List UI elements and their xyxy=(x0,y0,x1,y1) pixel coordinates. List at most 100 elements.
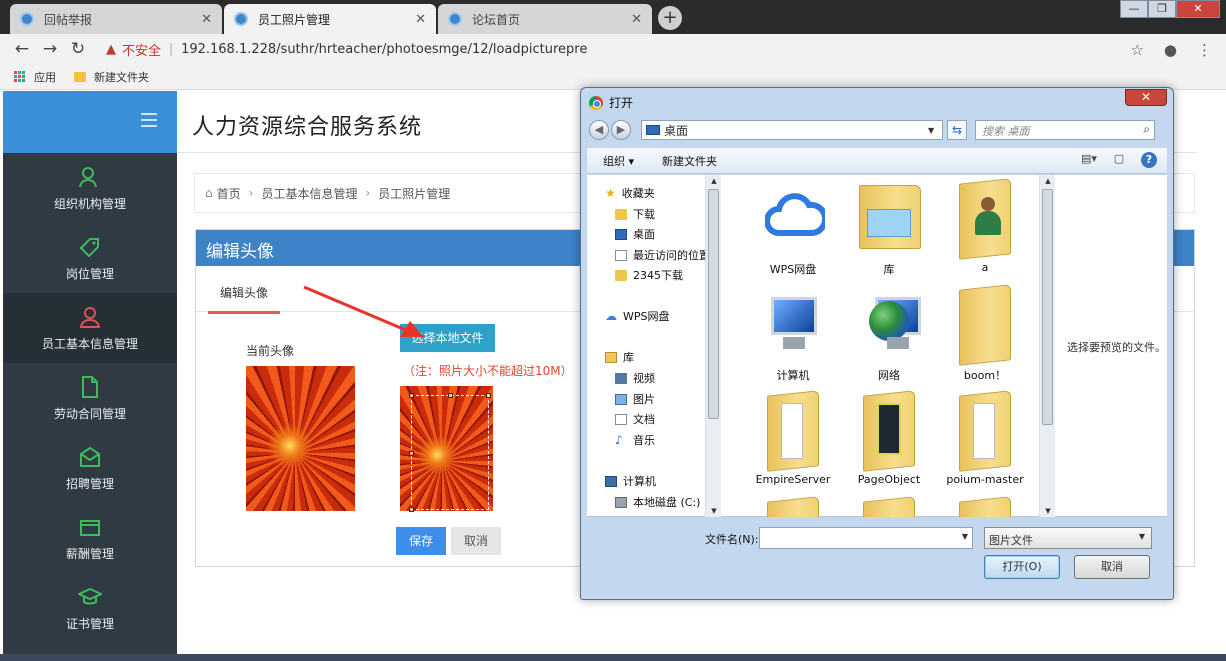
desktop-icon xyxy=(646,125,660,135)
location-path[interactable]: 桌面 ▼ xyxy=(641,120,943,140)
scroll-down-icon[interactable]: ▼ xyxy=(706,507,722,515)
close-tab-icon[interactable]: ✕ xyxy=(415,12,426,27)
chrome-logo-icon xyxy=(589,95,603,110)
security-label[interactable]: 不安全 xyxy=(122,40,161,59)
file-item[interactable] xyxy=(841,493,937,517)
tree-favorites[interactable]: ★ 收藏夹 xyxy=(605,185,655,201)
browser-tab-photo[interactable]: 员工照片管理 ✕ xyxy=(224,4,436,34)
back-arrow-icon[interactable]: ◀ xyxy=(589,120,609,140)
new-tab-button[interactable]: + xyxy=(658,6,682,30)
maximize-button[interactable]: ❐ xyxy=(1148,0,1176,18)
sidebar-item-org[interactable]: 组织机构管理 xyxy=(3,153,177,223)
crop-handle[interactable] xyxy=(409,393,414,398)
scroll-up-icon[interactable]: ▲ xyxy=(706,177,722,185)
crop-handle[interactable] xyxy=(448,393,453,398)
crop-handle[interactable] xyxy=(409,507,414,512)
file-item[interactable]: 计算机 xyxy=(745,281,841,383)
file-item[interactable] xyxy=(745,493,841,517)
breadcrumb-home[interactable]: 首页 xyxy=(217,185,241,202)
open-button[interactable]: 打开(O) xyxy=(984,555,1060,579)
crop-handle[interactable] xyxy=(409,451,414,456)
computer-icon xyxy=(745,281,841,367)
close-tab-icon[interactable]: ✕ xyxy=(631,12,642,27)
sidebar-item-positions[interactable]: 岗位管理 xyxy=(3,223,177,293)
organize-menu[interactable]: 组织 ▾ xyxy=(603,153,634,169)
back-arrow-icon[interactable]: ← xyxy=(8,39,36,59)
tree-music[interactable]: ♪ 音乐 xyxy=(615,432,655,448)
tree-pictures[interactable]: 图片 xyxy=(615,391,655,407)
minimize-button[interactable]: — xyxy=(1120,0,1148,18)
filename-input[interactable]: ▼ xyxy=(759,527,973,549)
tab-edit-avatar[interactable]: 编辑头像 xyxy=(208,284,281,314)
file-item[interactable] xyxy=(937,493,1033,517)
file-item[interactable]: poium-master xyxy=(937,387,1033,486)
hamburger-menu-icon[interactable] xyxy=(141,113,157,131)
apps-grid-icon[interactable] xyxy=(14,70,26,83)
view-options-icon[interactable]: ▤▾ xyxy=(1081,152,1097,168)
profile-icon[interactable]: ● xyxy=(1164,41,1177,59)
browser-tab-forum[interactable]: 论坛首页 ✕ xyxy=(438,4,652,34)
search-icon[interactable]: ⌕ xyxy=(1143,122,1150,137)
sidebar-item-employee-info[interactable]: 员工基本信息管理 xyxy=(3,293,177,363)
crop-handle[interactable] xyxy=(486,393,491,398)
bookmark-new-folder[interactable]: 新建文件夹 xyxy=(94,69,149,85)
tree-videos[interactable]: 视频 xyxy=(615,370,655,386)
chevron-down-icon[interactable]: ▼ xyxy=(962,532,968,541)
help-icon[interactable]: ? xyxy=(1141,152,1157,168)
sidebar-item-certs[interactable]: 证书管理 xyxy=(3,573,177,643)
sidebar-item-recruit[interactable]: 招聘管理 xyxy=(3,433,177,503)
new-folder-button[interactable]: 新建文件夹 xyxy=(662,153,717,169)
dialog-close-button[interactable]: ✕ xyxy=(1125,89,1167,106)
file-item[interactable]: 库 xyxy=(841,175,937,277)
tree-desktop[interactable]: 桌面 xyxy=(615,226,655,242)
tree-computer[interactable]: 计算机 xyxy=(605,473,656,489)
current-avatar-image xyxy=(246,366,355,511)
forward-arrow-icon[interactable]: ▶ xyxy=(611,120,631,140)
menu-dots-icon[interactable]: ⋮ xyxy=(1197,41,1212,59)
preview-pane-icon[interactable]: ▢ xyxy=(1111,152,1127,168)
dialog-cancel-button[interactable]: 取消 xyxy=(1074,555,1150,579)
reload-icon[interactable]: ↻ xyxy=(64,39,92,59)
os-taskbar xyxy=(0,654,1226,661)
cancel-button[interactable]: 取消 xyxy=(451,527,501,555)
tree-scrollbar[interactable]: ▲ ▼ xyxy=(705,175,721,517)
file-list-scrollbar[interactable]: ▲ ▼ xyxy=(1039,175,1055,517)
scroll-thumb[interactable] xyxy=(1042,189,1053,425)
forward-arrow-icon[interactable]: → xyxy=(36,39,64,59)
warning-triangle-icon[interactable]: ▲ xyxy=(106,42,116,57)
file-item[interactable]: PageObject xyxy=(841,387,937,486)
window-close-button[interactable]: ✕ xyxy=(1176,0,1220,18)
tree-documents[interactable]: 文档 xyxy=(615,411,655,427)
graduation-cap-icon xyxy=(3,585,177,611)
chevron-down-icon[interactable]: ▼ xyxy=(928,126,942,135)
refresh-icon[interactable]: ⇆ xyxy=(947,120,967,140)
bookmark-apps[interactable]: 应用 xyxy=(34,69,56,85)
scroll-thumb[interactable] xyxy=(708,189,719,419)
file-item[interactable]: WPS网盘 xyxy=(745,175,841,277)
file-item[interactable]: EmpireServer xyxy=(745,387,841,486)
scroll-down-icon[interactable]: ▼ xyxy=(1040,507,1056,515)
tree-downloads[interactable]: 下载 xyxy=(615,206,655,222)
file-item[interactable]: boom！ xyxy=(937,281,1033,383)
tree-2345-downloads[interactable]: 2345下载 xyxy=(615,267,683,283)
tree-wps[interactable]: ☁ WPS网盘 xyxy=(605,308,670,324)
url-field[interactable]: 192.168.1.228/suthr/hrteacher/photoesmge… xyxy=(181,42,587,57)
browser-tab-report[interactable]: 回帖举报 ✕ xyxy=(10,4,222,34)
tree-library[interactable]: 库 xyxy=(605,349,634,365)
crop-selection-box[interactable] xyxy=(409,393,491,512)
library-icon xyxy=(605,351,617,363)
file-item[interactable]: 网络 xyxy=(841,281,937,383)
dialog-search-input[interactable]: 搜索 桌面 ⌕ xyxy=(975,120,1155,140)
breadcrumb-employee-info[interactable]: 员工基本信息管理 xyxy=(261,185,357,202)
bookmark-star-icon[interactable]: ☆ xyxy=(1130,41,1143,59)
tree-recent[interactable]: 最近访问的位置 xyxy=(615,247,710,263)
file-item[interactable]: a xyxy=(937,175,1033,274)
sidebar-item-contracts[interactable]: 劳动合同管理 xyxy=(3,363,177,433)
sidebar-item-salary[interactable]: 薪酬管理 xyxy=(3,503,177,573)
tree-local-disk[interactable]: 本地磁盘 (C:) xyxy=(615,494,700,510)
close-tab-icon[interactable]: ✕ xyxy=(201,12,212,27)
home-icon[interactable]: ⌂ xyxy=(205,186,213,200)
scroll-up-icon[interactable]: ▲ xyxy=(1040,177,1056,185)
save-button[interactable]: 保存 xyxy=(396,527,446,555)
filetype-select[interactable]: 图片文件 ▼ xyxy=(984,527,1152,549)
